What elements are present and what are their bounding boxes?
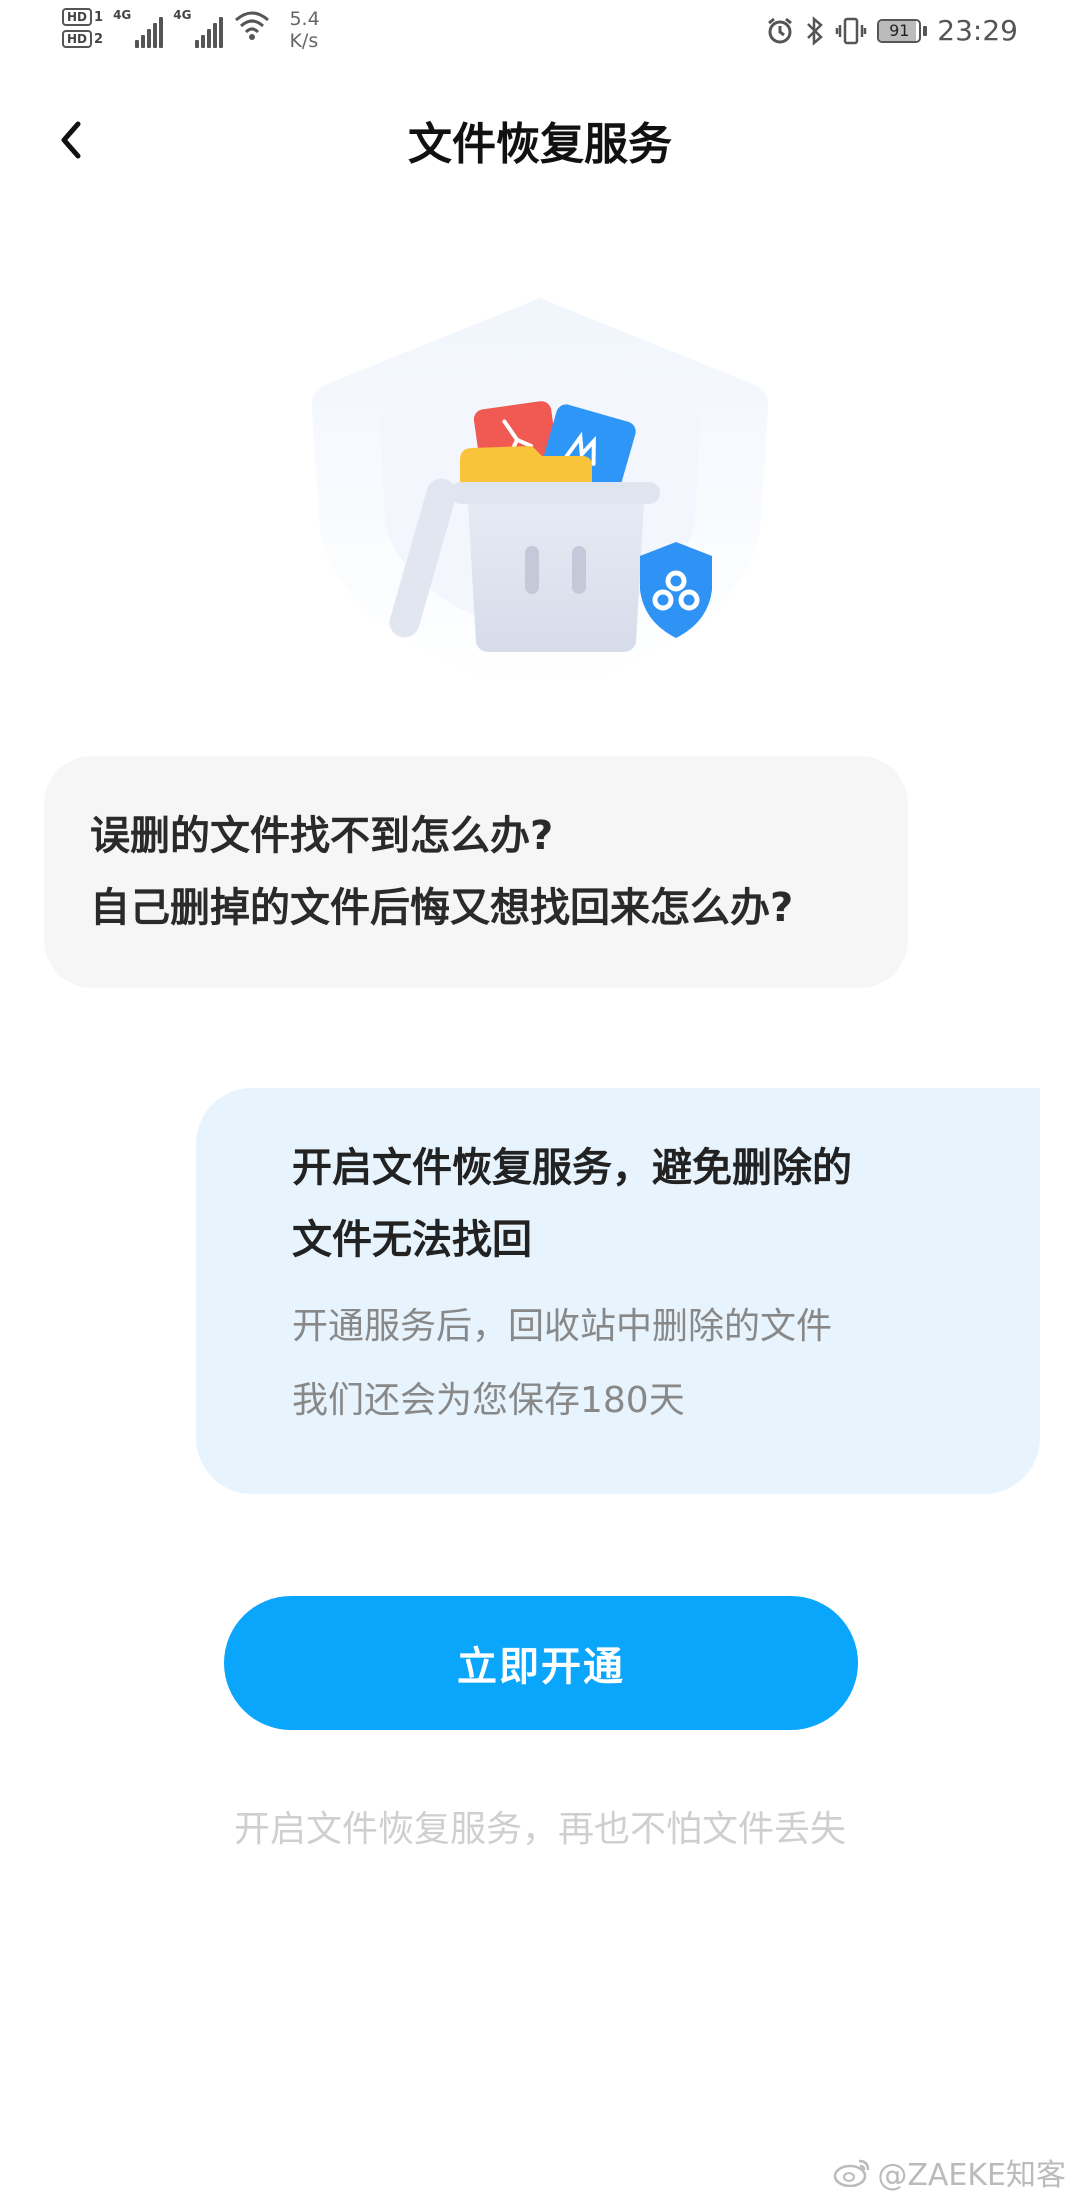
signal-icon-2: 4G xyxy=(173,8,224,48)
header: 文件恢复服务 xyxy=(0,90,1080,190)
network-speed: 5.4 K/s xyxy=(289,8,320,52)
trash-bin-with-files-shield-icon xyxy=(311,298,769,695)
tagline: 开启文件恢复服务，再也不怕文件丢失 xyxy=(233,1809,846,1850)
bluetooth-icon xyxy=(807,15,824,46)
question-bubble: 误删的文件找不到怎么办? 自己删掉的文件后悔又想找回来怎么办? xyxy=(44,756,908,988)
battery-level: 91 xyxy=(889,20,910,40)
answer-heading-line-1: 开启文件恢复服务，避免删除的 xyxy=(292,1145,852,1191)
status-time: 23:29 xyxy=(937,14,1018,47)
vibrate-icon xyxy=(836,17,867,44)
question-line-1: 误删的文件找不到怎么办? xyxy=(90,813,554,859)
answer-detail-line-2: 我们还会为您保存180天 xyxy=(292,1380,685,1421)
battery-icon: 91 xyxy=(877,18,928,43)
status-bar: HD 1 HD 2 4G 4G 5.4 K/s 91 23:29 xyxy=(0,0,1080,70)
alarm-icon xyxy=(768,17,793,43)
status-left: HD 1 HD 2 4G 4G 5.4 K/s xyxy=(62,8,320,52)
watermark-text: @ZAEKE知客 xyxy=(877,2158,1066,2193)
status-right: 91 23:29 xyxy=(765,14,1018,47)
weibo-icon xyxy=(834,2159,870,2187)
wifi-icon xyxy=(235,11,270,40)
page-title: 文件恢复服务 xyxy=(408,119,672,170)
answer-heading-line-2: 文件无法找回 xyxy=(292,1217,532,1263)
hd-indicator-1: HD 1 xyxy=(62,8,103,26)
answer-detail-line-1: 开通服务后，回收站中删除的文件 xyxy=(292,1306,833,1347)
signal-icon-1: 4G xyxy=(113,8,164,48)
answer-bubble: 开启文件恢复服务，避免删除的 文件无法找回 开通服务后，回收站中删除的文件 我们… xyxy=(196,1088,1040,1494)
activate-now-button[interactable]: 立即开通 xyxy=(224,1596,858,1730)
question-line-2: 自己删掉的文件后悔又想找回来怎么办? xyxy=(90,885,794,931)
hd-indicator-2: HD 2 xyxy=(62,30,103,48)
watermark: @ZAEKE知客 xyxy=(833,2150,1066,2194)
hd-indicators: HD 1 HD 2 xyxy=(62,8,103,48)
